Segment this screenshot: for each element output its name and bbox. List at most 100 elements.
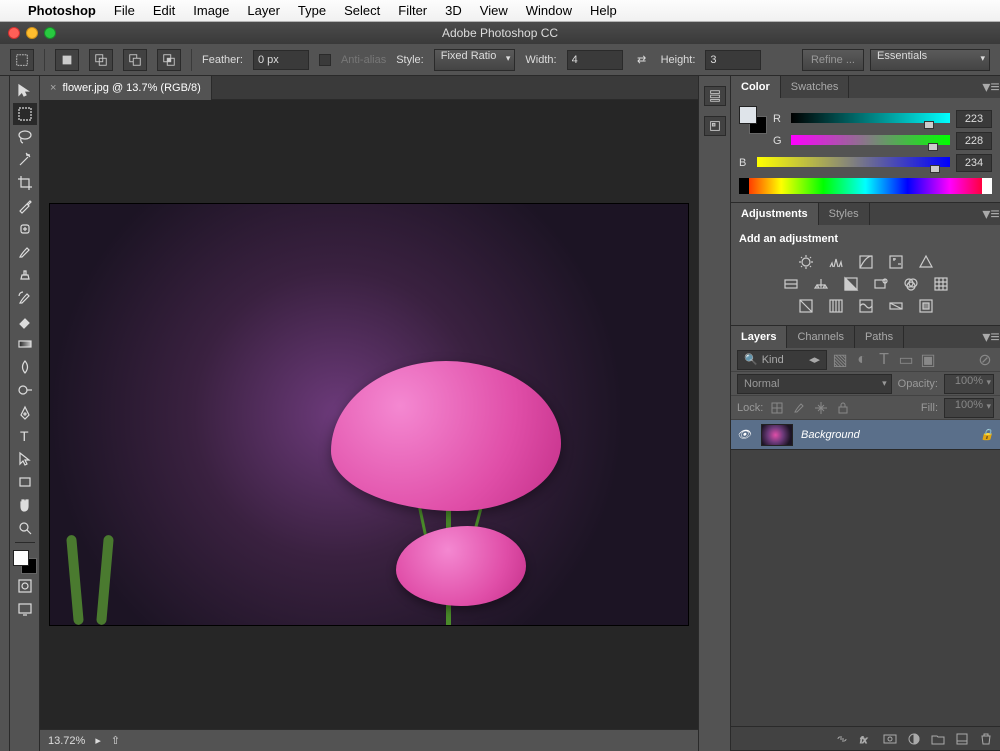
color-spectrum[interactable] [739, 178, 992, 194]
swap-dimensions-icon[interactable]: ⇄ [633, 53, 651, 66]
pen-tool-icon[interactable] [13, 402, 37, 424]
posterize-icon[interactable] [826, 297, 846, 315]
tool-preset-icon[interactable] [10, 49, 34, 71]
lock-transparent-icon[interactable] [769, 400, 785, 416]
height-input[interactable] [705, 50, 761, 70]
filter-adjustment-icon[interactable]: ◐ [853, 351, 871, 369]
layer-lock-icon[interactable]: 🔒 [980, 428, 994, 441]
type-tool-icon[interactable]: T [13, 425, 37, 447]
new-layer-icon[interactable] [954, 731, 970, 747]
close-document-icon[interactable]: × [50, 82, 56, 94]
channel-mixer-icon[interactable] [901, 275, 921, 293]
menu-3d[interactable]: 3D [445, 3, 462, 18]
subtract-selection-icon[interactable] [123, 49, 147, 71]
screen-mode-icon[interactable] [13, 598, 37, 620]
menu-type[interactable]: Type [298, 3, 326, 18]
layer-mask-icon[interactable] [882, 731, 898, 747]
add-selection-icon[interactable] [89, 49, 113, 71]
zoom-tool-icon[interactable] [13, 517, 37, 539]
menu-edit[interactable]: Edit [153, 3, 175, 18]
status-info-icon[interactable]: ▸ [95, 734, 101, 747]
gradient-tool-icon[interactable] [13, 333, 37, 355]
marquee-tool-icon[interactable] [13, 103, 37, 125]
new-selection-icon[interactable] [55, 49, 79, 71]
filter-smart-icon[interactable]: ▣ [919, 351, 937, 369]
tab-layers[interactable]: Layers [731, 326, 787, 348]
history-brush-tool-icon[interactable] [13, 287, 37, 309]
feather-input[interactable] [253, 50, 309, 70]
magic-wand-tool-icon[interactable] [13, 149, 37, 171]
layer-visibility-icon[interactable]: 👁 [737, 428, 753, 441]
color-panel-menu-icon[interactable]: ▾≡ [982, 76, 1000, 98]
filter-toggle-icon[interactable]: ⊘ [976, 351, 994, 369]
eyedropper-tool-icon[interactable] [13, 195, 37, 217]
opacity-input[interactable]: 100% [944, 374, 994, 394]
layer-style-icon[interactable]: fx [858, 731, 874, 747]
path-selection-tool-icon[interactable] [13, 448, 37, 470]
close-window-icon[interactable] [8, 27, 20, 39]
tab-swatches[interactable]: Swatches [781, 76, 850, 98]
properties-panel-icon[interactable] [704, 116, 726, 136]
status-share-icon[interactable]: ⇧ [111, 734, 120, 747]
link-layers-icon[interactable] [834, 731, 850, 747]
fill-input[interactable]: 100% [944, 398, 994, 418]
menu-help[interactable]: Help [590, 3, 617, 18]
layer-thumbnail[interactable] [761, 424, 793, 446]
color-g-slider[interactable] [791, 135, 950, 147]
tab-adjustments[interactable]: Adjustments [731, 203, 819, 225]
blend-mode-select[interactable]: Normal [737, 374, 892, 394]
rectangle-tool-icon[interactable] [13, 471, 37, 493]
filter-pixel-icon[interactable]: ▧ [831, 351, 849, 369]
zoom-window-icon[interactable] [44, 27, 56, 39]
zoom-level[interactable]: 13.72% [48, 735, 85, 747]
invert-icon[interactable] [796, 297, 816, 315]
style-select[interactable]: Fixed Ratio [434, 49, 516, 71]
selective-color-icon[interactable] [916, 297, 936, 315]
black-white-icon[interactable] [841, 275, 861, 293]
lock-position-icon[interactable] [813, 400, 829, 416]
layers-panel-menu-icon[interactable]: ▾≡ [982, 326, 1000, 348]
menu-file[interactable]: File [114, 3, 135, 18]
delete-layer-icon[interactable] [978, 731, 994, 747]
menu-select[interactable]: Select [344, 3, 380, 18]
hue-saturation-icon[interactable] [781, 275, 801, 293]
layer-name[interactable]: Background [801, 429, 860, 441]
tab-channels[interactable]: Channels [787, 326, 854, 348]
tab-styles[interactable]: Styles [819, 203, 870, 225]
foreground-background-swatches[interactable] [13, 550, 37, 574]
layer-filter-kind[interactable]: 🔍Kind◂▸ [737, 350, 827, 370]
brightness-contrast-icon[interactable] [796, 253, 816, 271]
menu-image[interactable]: Image [193, 3, 229, 18]
lock-image-icon[interactable] [791, 400, 807, 416]
workspace-select[interactable]: Essentials [870, 49, 990, 71]
adjustments-panel-menu-icon[interactable]: ▾≡ [982, 203, 1000, 225]
move-tool-icon[interactable] [13, 80, 37, 102]
layer-row[interactable]: 👁 Background 🔒 [731, 420, 1000, 450]
new-group-icon[interactable] [930, 731, 946, 747]
menu-view[interactable]: View [480, 3, 508, 18]
tab-color[interactable]: Color [731, 76, 781, 98]
minimize-window-icon[interactable] [26, 27, 38, 39]
dodge-tool-icon[interactable] [13, 379, 37, 401]
filter-type-icon[interactable]: T [875, 351, 893, 369]
color-b-input[interactable] [956, 154, 992, 172]
filter-shape-icon[interactable]: ▭ [897, 351, 915, 369]
menu-filter[interactable]: Filter [398, 3, 427, 18]
lock-all-icon[interactable] [835, 400, 851, 416]
color-g-input[interactable] [956, 132, 992, 150]
adjustment-layer-icon[interactable] [906, 731, 922, 747]
app-name[interactable]: Photoshop [28, 3, 96, 18]
vibrance-icon[interactable] [916, 253, 936, 271]
blur-tool-icon[interactable] [13, 356, 37, 378]
menu-layer[interactable]: Layer [247, 3, 280, 18]
menu-window[interactable]: Window [526, 3, 572, 18]
history-panel-icon[interactable] [704, 86, 726, 106]
refine-edge-button[interactable]: Refine ... [802, 49, 864, 71]
color-panel-swatches[interactable] [739, 106, 767, 134]
curves-icon[interactable] [856, 253, 876, 271]
width-input[interactable] [567, 50, 623, 70]
quick-mask-icon[interactable] [13, 575, 37, 597]
canvas-viewport[interactable] [40, 100, 698, 729]
color-balance-icon[interactable] [811, 275, 831, 293]
threshold-icon[interactable] [856, 297, 876, 315]
